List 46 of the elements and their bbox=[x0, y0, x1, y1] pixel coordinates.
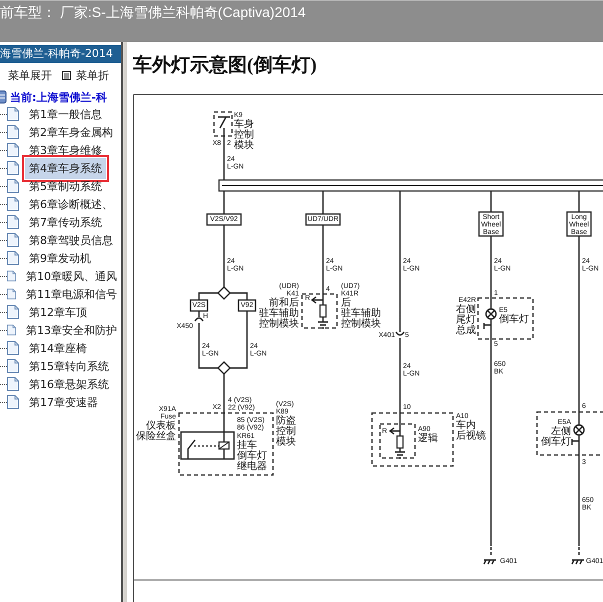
chapter-item[interactable]: 第13章安全和防护 bbox=[22, 320, 121, 340]
document-icon bbox=[7, 233, 19, 247]
chapter-item[interactable]: 第14章座椅 bbox=[25, 338, 91, 358]
chapter-item[interactable]: 第5章制动系统 bbox=[25, 176, 106, 196]
document-icon bbox=[7, 125, 19, 139]
document-icon bbox=[7, 251, 19, 265]
document-icon bbox=[7, 341, 19, 355]
chapter-item[interactable]: 第6章诊断概述、 bbox=[25, 194, 117, 214]
resistor-symbol bbox=[319, 304, 327, 318]
document-icon bbox=[7, 269, 16, 283]
chapter-item[interactable]: 第3章车身维修 bbox=[25, 140, 106, 160]
tree-root[interactable]: 当前:上海雪佛兰-科 bbox=[10, 90, 107, 104]
chapter-item[interactable]: 第11章电源和信号 bbox=[22, 284, 121, 304]
document-icon bbox=[7, 323, 16, 337]
chapter-item[interactable]: 第10章暖风、通风 bbox=[22, 266, 121, 286]
document-icon bbox=[7, 287, 16, 301]
document-icon bbox=[7, 395, 19, 409]
chapter-item[interactable]: 第15章转向系统 bbox=[25, 356, 113, 376]
document-icon bbox=[7, 215, 19, 229]
menu-toolbar-button[interactable]: 菜单展开 bbox=[7, 68, 53, 82]
chapter-item[interactable]: 第1章一般信息 bbox=[25, 104, 106, 124]
chapter-item[interactable]: 第16章悬架系统 bbox=[25, 374, 113, 394]
vehicle-title: 前车型： 厂家:S-上海雪佛兰科帕奇(Captiva)2014 bbox=[0, 3, 306, 22]
chapter-item[interactable]: 第4章车身系统 bbox=[25, 158, 106, 178]
chapter-item[interactable]: 第12章车顶 bbox=[25, 302, 91, 322]
chapter-item[interactable]: 第8章驾驶员信息 bbox=[25, 230, 117, 250]
page-title: 车外灯示意图(倒车灯) bbox=[133, 54, 318, 78]
document-icon bbox=[7, 161, 19, 175]
document-icon bbox=[7, 377, 19, 391]
chapter-item[interactable]: 第2章车身金属构 bbox=[25, 122, 117, 142]
document-icon bbox=[7, 107, 19, 121]
document-icon bbox=[7, 359, 19, 373]
document-icon bbox=[7, 143, 19, 157]
resistor-symbol bbox=[396, 435, 404, 449]
panel-title: 海雪佛兰-科帕奇-2014 bbox=[0, 45, 121, 63]
document-icon bbox=[7, 305, 19, 319]
splice-symbol bbox=[217, 361, 231, 375]
document-icon bbox=[7, 179, 19, 193]
splice-symbol bbox=[217, 286, 231, 300]
chapter-item[interactable]: 第7章传动系统 bbox=[25, 212, 106, 232]
chapter-item[interactable]: 第17章变速器 bbox=[25, 392, 102, 412]
menu-toolbar-button[interactable]: 菜单折 bbox=[61, 68, 110, 82]
chapter-item[interactable]: 第9章发动机 bbox=[25, 248, 95, 268]
relay-symbol bbox=[180, 431, 235, 460]
list-icon bbox=[62, 70, 71, 80]
document-icon bbox=[7, 197, 19, 211]
